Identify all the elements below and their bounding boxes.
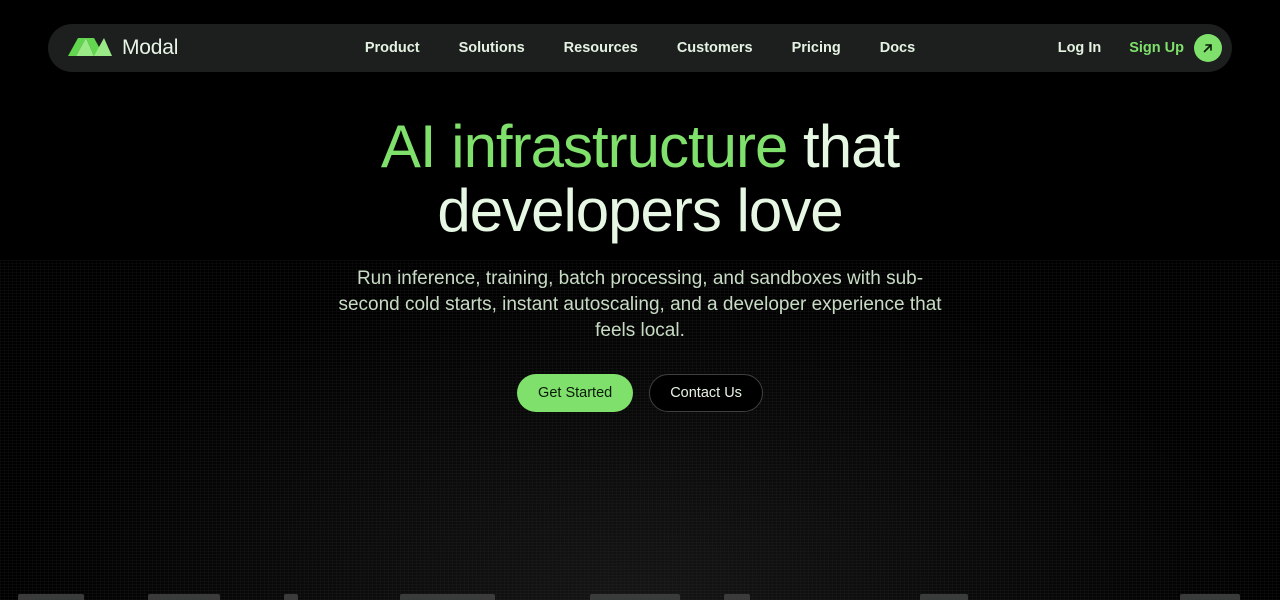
nav-link-docs[interactable]: Docs: [880, 40, 915, 56]
nav-link-pricing[interactable]: Pricing: [792, 40, 841, 56]
modal-logo-icon: [68, 38, 112, 56]
arrow-up-right-icon: [1194, 34, 1222, 62]
customer-logo: [590, 594, 680, 600]
nav-link-product[interactable]: Product: [365, 40, 420, 56]
brand-logo-link[interactable]: Modal: [68, 36, 178, 60]
nav-link-customers[interactable]: Customers: [677, 40, 753, 56]
customer-logo: [148, 594, 220, 600]
customer-logo: [1180, 594, 1240, 600]
customer-logo: [284, 594, 298, 600]
get-started-button[interactable]: Get Started: [517, 374, 634, 412]
hero-title-line2: developers love: [437, 177, 843, 244]
customer-logo: [400, 594, 495, 600]
top-navbar: Modal Product Solutions Resources Custom…: [48, 24, 1232, 72]
brand-name: Modal: [122, 36, 179, 59]
hero-title-accent: AI infrastructure: [380, 113, 788, 180]
page: Modal Product Solutions Resources Custom…: [0, 0, 1280, 600]
customer-logo: [920, 594, 968, 600]
hero-subtitle: Run inference, training, batch processin…: [338, 268, 942, 341]
nav-actions: Log In Sign Up: [1058, 34, 1222, 62]
signup-label: Sign Up: [1129, 40, 1184, 56]
login-link[interactable]: Log In: [1058, 40, 1102, 56]
hero-title-rest: that: [787, 113, 900, 180]
contact-us-button[interactable]: Contact Us: [649, 374, 763, 412]
nav-link-solutions[interactable]: Solutions: [459, 40, 525, 56]
nav-links: Product Solutions Resources Customers Pr…: [48, 24, 1232, 72]
customer-logo: [724, 594, 750, 600]
hero-title: AI infrastructure that developers love: [0, 115, 1280, 243]
customer-logo: [18, 594, 84, 600]
cta-row: Get Started Contact Us: [0, 374, 1280, 412]
nav-link-resources[interactable]: Resources: [564, 40, 638, 56]
customer-logo-strip: [0, 588, 1280, 600]
signup-button[interactable]: Sign Up: [1129, 34, 1222, 62]
